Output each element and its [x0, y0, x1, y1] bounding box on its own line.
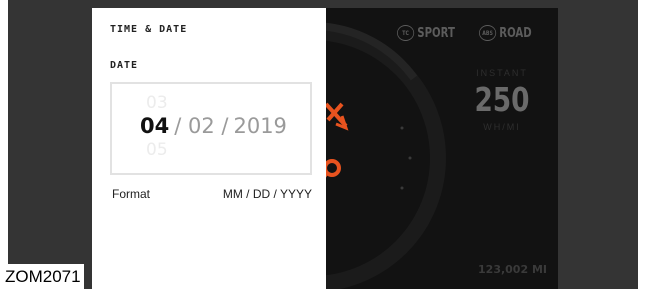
regen-arrow-icon [324, 102, 349, 131]
day-field[interactable]: / 02 / [174, 114, 228, 138]
previous-month-option[interactable]: 03 [146, 93, 168, 113]
abs-mode-label: ROAD [499, 25, 532, 41]
dashboard-screen: TC SPORT ABS ROAD INSTANT 250 WH/MI 123,… [92, 8, 558, 289]
selected-date: 04 / 02 / 2019 [140, 114, 287, 138]
abs-mode: ABS ROAD [479, 25, 532, 41]
odometer: 123,002 MI [478, 263, 547, 276]
traction-control-icon: TC [397, 25, 415, 41]
time-date-panel: TIME & DATE DATE 03 04 / 02 / 2019 05 Fo… [92, 8, 326, 289]
instant-label: INSTANT [476, 68, 528, 78]
year-field[interactable]: 2019 [233, 114, 286, 138]
date-section-label: DATE [110, 60, 139, 71]
panel-title: TIME & DATE [110, 24, 188, 35]
power-unit: WH/MI [483, 122, 521, 132]
month-field[interactable]: 04 [140, 114, 169, 138]
ride-mode-indicators: TC SPORT ABS ROAD [397, 25, 547, 41]
format-value[interactable]: MM / DD / YYYY [223, 187, 312, 201]
instant-power-value: 250 [474, 80, 530, 119]
next-month-option[interactable]: 05 [146, 140, 168, 160]
date-picker[interactable]: 03 04 / 02 / 2019 05 [110, 82, 312, 175]
traction-mode-label: SPORT [417, 25, 455, 41]
traction-mode: TC SPORT [397, 25, 455, 41]
format-label: Format [112, 187, 151, 201]
abs-icon: ABS [479, 25, 497, 41]
figure-reference-code: ZOM2071 [0, 264, 84, 289]
